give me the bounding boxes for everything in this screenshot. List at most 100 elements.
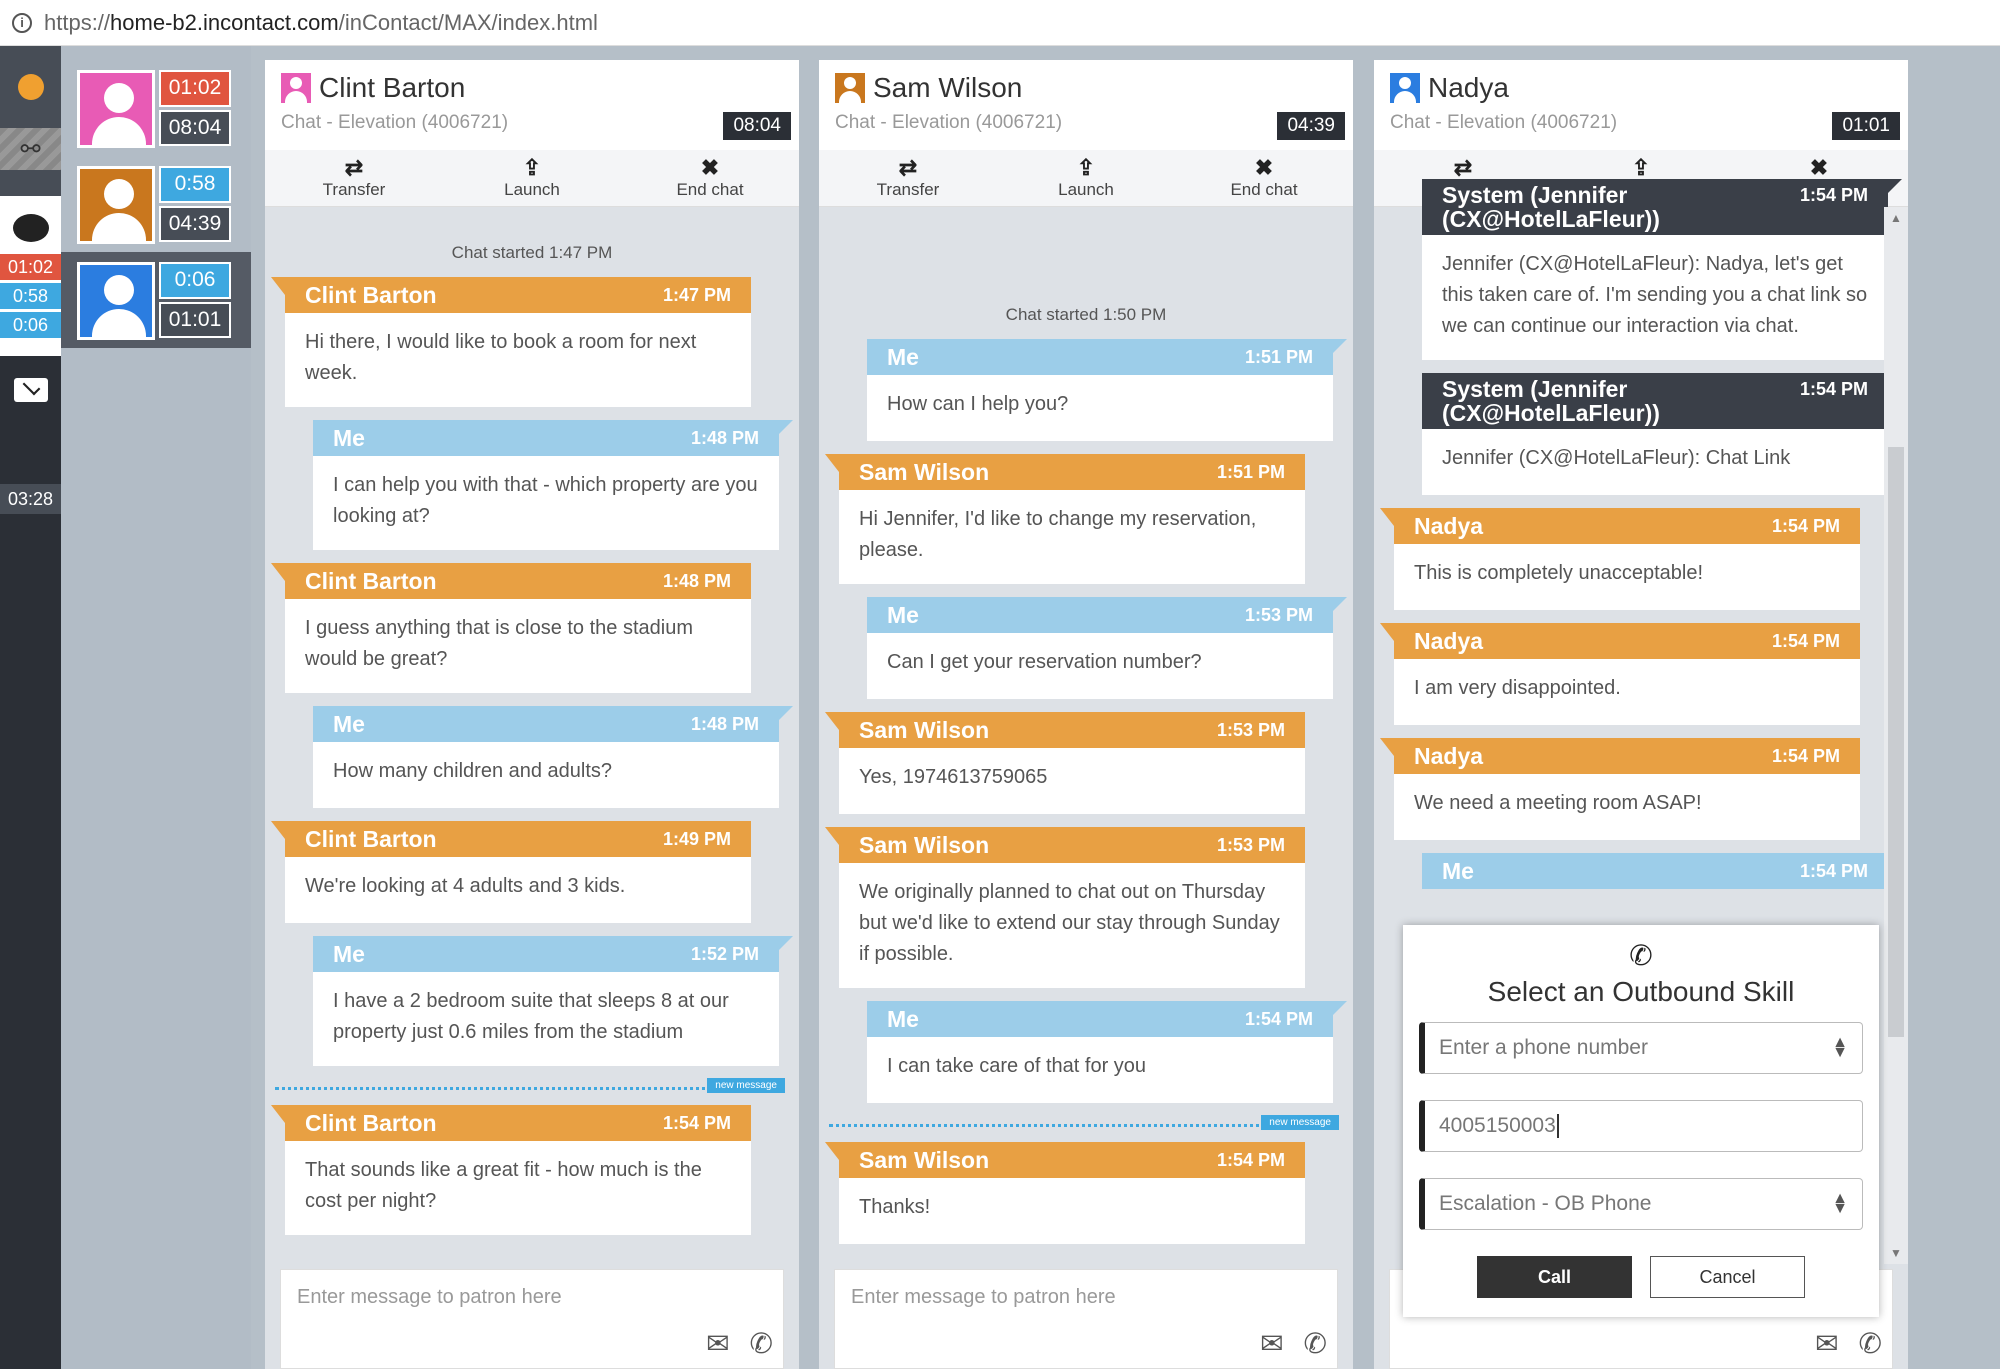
message-text: We originally planned to chat out on Thu… xyxy=(839,863,1305,988)
chat-message: Nadya 1:54 PM This is completely unaccepta… xyxy=(1380,508,1860,610)
skill-label: Chat - Elevation (4006721) xyxy=(281,112,509,133)
chat-message: Sam Wilson 1:54 PM Thanks! xyxy=(825,1142,1305,1244)
phone-icon[interactable]: ✆ xyxy=(1859,1327,1882,1360)
contact-tile[interactable]: 0:58 04:39 xyxy=(61,156,251,252)
new-message-badge: new message xyxy=(707,1078,785,1093)
contact-timer: 01:01 xyxy=(1832,112,1900,140)
address-bar[interactable]: i https://home-b2.incontact.com/inContac… xyxy=(0,0,2000,46)
email-channel-button[interactable] xyxy=(0,356,61,476)
message-placeholder: Enter message to patron here xyxy=(851,1286,1116,1308)
email-icon[interactable]: ✉ xyxy=(706,1327,729,1360)
message-time: 1:48 PM xyxy=(690,713,759,734)
message-text: How can I help you? xyxy=(867,375,1333,441)
chat-message: Sam Wilson 1:53 PM Yes, 1974613759065 xyxy=(825,712,1305,814)
avatar xyxy=(835,73,865,103)
chat-message: Nadya 1:54 PM We need a meeting room ASAP! xyxy=(1380,738,1860,840)
chat-message: Sam Wilson 1:53 PM We originally planned t… xyxy=(825,827,1305,988)
message-text: That sounds like a great fit - how much … xyxy=(285,1141,751,1235)
message-time: 1:54 PM xyxy=(1799,379,1868,399)
transfer-button[interactable]: ⇄Transfer xyxy=(843,150,973,206)
contact-acw-timer: 0:06 xyxy=(159,262,231,299)
message-sender: Clint Barton xyxy=(305,281,437,308)
link-button[interactable]: ⚯ xyxy=(0,128,61,170)
launch-icon: ⇪ xyxy=(522,155,542,180)
phone-input-value: 4005150003 xyxy=(1439,1114,1559,1138)
message-sender: Sam Wilson xyxy=(859,1146,990,1173)
end-chat-label: End chat xyxy=(676,180,744,199)
chat-bubble-icon xyxy=(12,214,49,242)
chat-message: System (Jennifer (CX@HotelLaFleur)) 1:54 … xyxy=(1422,179,1902,360)
email-icon[interactable]: ✉ xyxy=(1260,1327,1283,1360)
message-time: 1:51 PM xyxy=(1244,346,1313,367)
message-text: I guess anything that is close to the st… xyxy=(285,599,751,693)
message-sender: Clint Barton xyxy=(305,825,437,852)
phone-number-input[interactable]: 4005150003 xyxy=(1419,1100,1863,1152)
status-dot-icon xyxy=(17,74,44,100)
message-sender: Clint Barton xyxy=(305,567,437,594)
phone-icon[interactable]: ✆ xyxy=(750,1327,773,1360)
chat-message: Clint Barton 1:49 PM We're looking at 4 ad… xyxy=(271,821,751,923)
message-sender: Me xyxy=(333,710,365,737)
launch-label: Launch xyxy=(1058,180,1114,199)
phone-icon[interactable]: ✆ xyxy=(1304,1327,1327,1360)
message-sender: Nadya xyxy=(1414,627,1484,654)
call-button[interactable]: Call xyxy=(1477,1256,1632,1298)
message-input[interactable]: Enter message to patron here ✉ ✆ xyxy=(280,1269,784,1369)
message-text: Thanks! xyxy=(839,1178,1305,1244)
launch-button[interactable]: ⇪Launch xyxy=(1021,150,1151,206)
chat-transcript: Chat started 1:50 PM Me 1:51 PM How can I h… xyxy=(819,207,1353,1369)
message-text: We're looking at 4 adults and 3 kids. xyxy=(285,857,751,923)
message-sender: System (Jennifer (CX@HotelLaFleur)) xyxy=(1442,182,1660,232)
skill-label: Chat - Elevation (4006721) xyxy=(1390,112,1618,133)
url-prefix: https:// xyxy=(44,9,111,35)
url-host: home-b2.incontact.com xyxy=(110,9,339,35)
chat-header: Sam Wilson Chat - Elevation (4006721) 04… xyxy=(819,60,1353,150)
chat-column-1: Sam Wilson Chat - Elevation (4006721) 04… xyxy=(819,60,1353,1369)
contact-tile[interactable]: 0:06 01:01 xyxy=(61,252,251,348)
message-sender: System (Jennifer (CX@HotelLaFleur)) xyxy=(1442,376,1660,426)
message-sender: Me xyxy=(887,1005,919,1032)
end-chat-icon: ✖ xyxy=(700,155,720,180)
launch-button[interactable]: ⇪Launch xyxy=(467,150,597,206)
message-time: 1:47 PM xyxy=(662,284,731,305)
info-icon[interactable]: i xyxy=(12,12,32,33)
contact-name: Sam Wilson xyxy=(873,72,1023,103)
end-chat-button[interactable]: ✖End chat xyxy=(1199,150,1329,206)
message-text: How many children and adults? xyxy=(313,742,779,808)
message-placeholder: Enter message to patron here xyxy=(297,1286,562,1308)
message-input[interactable]: Enter message to patron here ✉ ✆ xyxy=(834,1269,1338,1369)
message-time: 1:53 PM xyxy=(1216,719,1285,740)
message-sender: Sam Wilson xyxy=(859,831,990,858)
phone-number-select[interactable]: Enter a phone number ▲ ▼ xyxy=(1419,1022,1863,1074)
contact-name: Clint Barton xyxy=(319,72,466,103)
chat-message: Clint Barton 1:54 PM That sounds like a gr… xyxy=(271,1105,751,1235)
select-arrows-icon: ▲ ▼ xyxy=(1832,1190,1848,1217)
contact-duration-timer: 01:01 xyxy=(159,301,231,338)
message-text: I can take care of that for you xyxy=(867,1037,1333,1103)
select-arrows-icon: ▲ ▼ xyxy=(1832,1034,1848,1061)
chat-channel-button[interactable]: 01:02 0:58 0:06 xyxy=(0,196,61,356)
message-text: I am very disappointed. xyxy=(1394,659,1860,725)
cancel-button[interactable]: Cancel xyxy=(1650,1256,1805,1298)
contact-tile[interactable]: 01:02 08:04 xyxy=(61,60,251,156)
chat-header: Nadya Chat - Elevation (4006721) 01:01 xyxy=(1374,60,1908,150)
avatar xyxy=(77,166,155,244)
end-chat-button[interactable]: ✖End chat xyxy=(645,150,775,206)
status-button[interactable] xyxy=(0,46,61,128)
chat-column-0: Clint Barton Chat - Elevation (4006721) … xyxy=(265,60,799,1369)
skill-select[interactable]: Escalation - OB Phone ▲ ▼ xyxy=(1419,1178,1863,1230)
chat-header: Clint Barton Chat - Elevation (4006721) … xyxy=(265,60,799,150)
skill-label: Chat - Elevation (4006721) xyxy=(835,112,1063,133)
message-time: 1:53 PM xyxy=(1216,834,1285,855)
contacts-panel: 01:02 08:04 0:58 04:39 0:06 01:01 xyxy=(61,46,251,1369)
message-time: 1:53 PM xyxy=(1244,604,1313,625)
chat-scrollbar[interactable]: ▲ ▼ xyxy=(1884,207,1908,1264)
email-icon[interactable]: ✉ xyxy=(1815,1327,1838,1360)
transfer-icon: ⇄ xyxy=(344,155,364,180)
message-time: 1:48 PM xyxy=(690,427,759,448)
transfer-button[interactable]: ⇄Transfer xyxy=(289,150,419,206)
avatar xyxy=(77,70,155,148)
chat-message: Me 1:52 PM I have a 2 bedroom suite that s… xyxy=(313,936,793,1066)
message-text: Hi Jennifer, I'd like to change my reser… xyxy=(839,490,1305,584)
message-time: 1:52 PM xyxy=(690,943,759,964)
